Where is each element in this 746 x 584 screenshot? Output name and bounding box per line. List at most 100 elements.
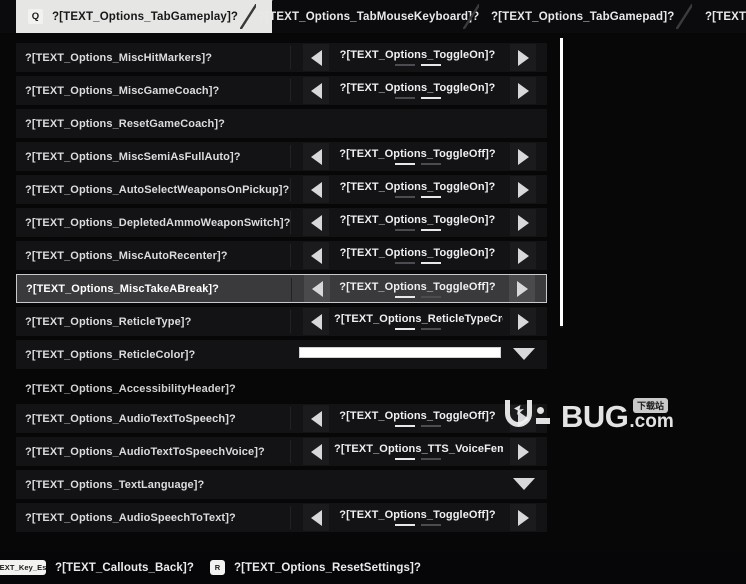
- option-label: ?[TEXT_Options_ResetGameCoach]?: [25, 117, 225, 130]
- stepper-left-button[interactable]: [303, 77, 329, 104]
- stepper-value: ?[TEXT_Options_ToggleOff]?: [332, 142, 503, 171]
- tab-mouse-keyboard[interactable]: ?[TEXT_Options_TabMouseKeyboard]?: [258, 0, 479, 33]
- chevron-right-icon: [517, 49, 529, 66]
- stepper-right-button[interactable]: [510, 308, 536, 335]
- pip-left: [394, 63, 415, 66]
- option-row-text-to-speech[interactable]: ?[TEXT_Options_AudioTextToSpeech]? ?[TEX…: [16, 404, 547, 433]
- callout-back[interactable]: TEXT_Key_Escape] ?[TEXT_Callouts_Back]?: [0, 560, 194, 575]
- pip-left: [394, 228, 415, 231]
- tab-gameplay[interactable]: Q ?[TEXT_Options_TabGameplay]?: [16, 0, 274, 33]
- chevron-left-icon: [310, 82, 322, 99]
- stepper-right-button[interactable]: [510, 504, 536, 531]
- stepper-left-button[interactable]: [303, 308, 329, 335]
- stepper-right-button[interactable]: [510, 438, 536, 465]
- option-row-semi-as-full-auto[interactable]: ?[TEXT_Options_MiscSemiAsFullAuto]? ?[TE…: [16, 142, 547, 171]
- chevron-down-icon[interactable]: [513, 348, 535, 360]
- option-row-reticle-color[interactable]: ?[TEXT_Options_ReticleColor]?: [16, 340, 547, 369]
- option-row-speech-to-text[interactable]: ?[TEXT_Options_AudioSpeechToText]? ?[TEX…: [16, 503, 547, 532]
- stepper-value: ?[TEXT_Options_ToggleOn]?: [332, 208, 503, 237]
- tab-bar: Q ?[TEXT_Options_TabGameplay]? ?[TEXT_Op…: [0, 0, 746, 33]
- pip-left: [394, 424, 415, 427]
- option-label: ?[TEXT_Options_MiscTakeABreak]?: [26, 282, 219, 295]
- chevron-left-icon: [310, 181, 322, 198]
- stepper-left-button[interactable]: [303, 44, 329, 71]
- section-header-accessibility: ?[TEXT_Options_AccessibilityHeader]?: [16, 378, 547, 400]
- pip-right: [420, 424, 441, 427]
- chevron-left-icon: [310, 148, 322, 165]
- stepper-left-button[interactable]: [303, 504, 329, 531]
- stepper-control: ?[TEXT_Options_ToggleOn]?: [290, 43, 547, 72]
- callout-reset-settings[interactable]: R ?[TEXT_Options_ResetSettings]?: [210, 560, 421, 575]
- stepper-left-button[interactable]: [303, 438, 329, 465]
- value-pips: [394, 63, 441, 66]
- options-list: ?[TEXT_Options_MiscHitMarkers]? ?[TEXT_O…: [0, 33, 746, 549]
- stepper-right-button[interactable]: [510, 242, 536, 269]
- option-row-text-to-speech-voice[interactable]: ?[TEXT_Options_AudioTextToSpeechVoice]? …: [16, 437, 547, 466]
- stepper-right-button[interactable]: [510, 209, 536, 236]
- color-swatch[interactable]: [299, 347, 501, 358]
- scrollbar-thumb[interactable]: [560, 38, 563, 326]
- stepper-left-button[interactable]: [303, 176, 329, 203]
- stepper-control: ?[TEXT_Options_ToggleOn]?: [290, 241, 547, 270]
- stepper-right-button[interactable]: [510, 77, 536, 104]
- tab-keycap-q: Q: [28, 9, 43, 24]
- pip-left: [394, 523, 415, 526]
- option-row-depleted-ammo-switch[interactable]: ?[TEXT_Options_DepletedAmmoWeaponSwitch]…: [16, 208, 547, 237]
- chevron-left-icon: [310, 443, 322, 460]
- option-row-reset-game-coach[interactable]: ?[TEXT_Options_ResetGameCoach]?: [16, 109, 547, 138]
- option-row-auto-recenter[interactable]: ?[TEXT_Options_MiscAutoRecenter]? ?[TEXT…: [16, 241, 547, 270]
- tab-overflow-label: ?[TEXT: [705, 10, 746, 23]
- option-value: ?[TEXT_Options_TTS_VoiceFemale]?: [334, 442, 503, 455]
- stepper-left-button[interactable]: [303, 405, 329, 432]
- stepper-right-button[interactable]: [509, 275, 535, 302]
- value-pips: [394, 96, 441, 99]
- pip-left: [394, 96, 415, 99]
- tab-overflow[interactable]: ?[TEXT: [705, 0, 746, 33]
- option-label: ?[TEXT_Options_MiscGameCoach]?: [25, 84, 220, 97]
- option-label: ?[TEXT_Options_MiscAutoRecenter]?: [25, 249, 228, 262]
- stepper-control: ?[TEXT_Options_ToggleOff]?: [290, 404, 547, 433]
- chevron-right-icon: [517, 181, 529, 198]
- stepper-right-button[interactable]: [510, 44, 536, 71]
- tab-gamepad[interactable]: ?[TEXT_Options_TabGamepad]?: [491, 0, 674, 33]
- stepper-right-button[interactable]: [510, 176, 536, 203]
- option-row-hit-markers[interactable]: ?[TEXT_Options_MiscHitMarkers]? ?[TEXT_O…: [16, 43, 547, 72]
- option-row-game-coach[interactable]: ?[TEXT_Options_MiscGameCoach]? ?[TEXT_Op…: [16, 76, 547, 105]
- pip-right: [420, 63, 441, 66]
- option-value: ?[TEXT_Options_ToggleOn]?: [339, 246, 496, 259]
- tab-gamepad-label: ?[TEXT_Options_TabGamepad]?: [491, 10, 675, 23]
- pip-right: [420, 96, 441, 99]
- stepper-left-button[interactable]: [303, 209, 329, 236]
- stepper-control: ?[TEXT_Options_ToggleOn]?: [290, 208, 547, 237]
- keycap-escape: TEXT_Key_Escape]: [0, 560, 46, 575]
- bottom-callout-bar: TEXT_Key_Escape] ?[TEXT_Callouts_Back]? …: [0, 551, 746, 584]
- tab-mouse-keyboard-label: ?[TEXT_Options_TabMouseKeyboard]?: [258, 10, 480, 23]
- option-value: ?[TEXT_Options_ToggleOn]?: [339, 213, 496, 226]
- stepper-value: ?[TEXT_Options_ToggleOff]?: [332, 503, 503, 532]
- stepper-right-button[interactable]: [510, 405, 536, 432]
- option-row-take-a-break[interactable]: ?[TEXT_Options_MiscTakeABreak]? ?[TEXT_O…: [16, 274, 547, 303]
- stepper-control: ?[TEXT_Options_ToggleOff]?: [291, 275, 546, 302]
- pip-right: [420, 195, 441, 198]
- chevron-left-icon: [310, 313, 322, 330]
- option-label: ?[TEXT_Options_TextLanguage]?: [25, 478, 205, 491]
- chevron-right-icon: [516, 280, 528, 297]
- stepper-right-button[interactable]: [510, 143, 536, 170]
- option-row-reticle-type[interactable]: ?[TEXT_Options_ReticleType]? ?[TEXT_Opti…: [16, 307, 547, 336]
- stepper-left-button[interactable]: [303, 143, 329, 170]
- chevron-down-icon[interactable]: [513, 478, 535, 490]
- stepper-left-button[interactable]: [303, 242, 329, 269]
- value-pips: [394, 261, 441, 264]
- stepper-left-button[interactable]: [304, 275, 330, 302]
- option-value: ?[TEXT_Options_ToggleOff]?: [339, 409, 496, 422]
- stepper-value: ?[TEXT_Options_ToggleOn]?: [332, 241, 503, 270]
- pip-right: [420, 327, 441, 330]
- chevron-right-icon: [517, 214, 529, 231]
- chevron-left-icon: [310, 214, 322, 231]
- chevron-right-icon: [517, 148, 529, 165]
- value-pips: [394, 162, 441, 165]
- option-row-auto-select-weapons[interactable]: ?[TEXT_Options_AutoSelectWeaponsOnPickup…: [16, 175, 547, 204]
- value-pips: [394, 228, 441, 231]
- option-label: ?[TEXT_Options_AudioSpeechToText]?: [25, 511, 236, 524]
- option-row-text-language[interactable]: ?[TEXT_Options_TextLanguage]?: [16, 470, 547, 499]
